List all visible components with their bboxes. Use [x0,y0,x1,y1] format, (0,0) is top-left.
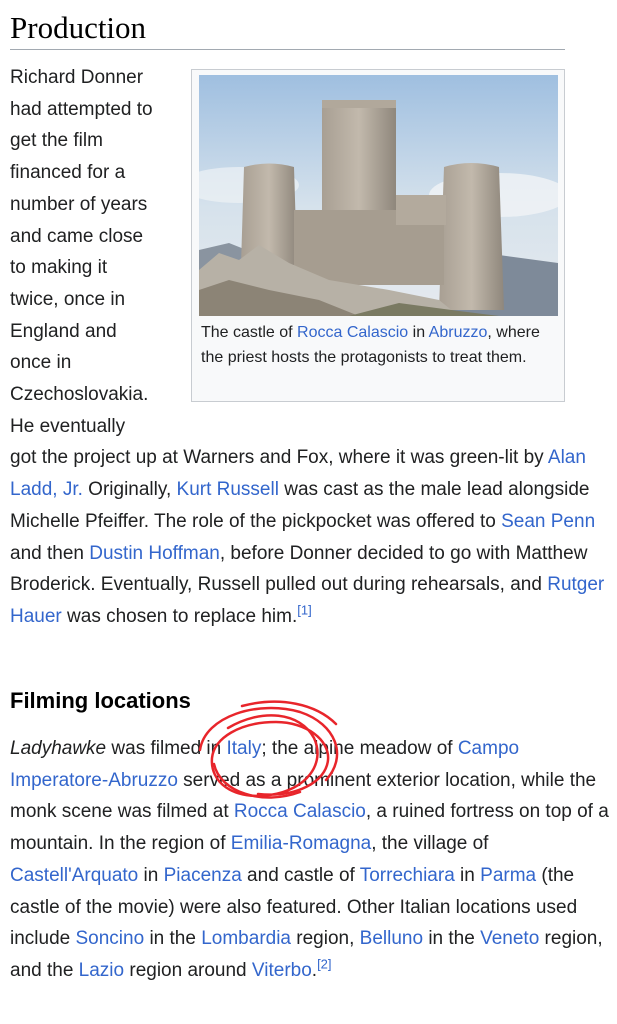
link-piacenza[interactable]: Piacenza [164,865,242,886]
section-heading-filming-locations: Filming locations [10,688,191,713]
link-parma[interactable]: Parma [480,865,536,886]
link-lazio[interactable]: Lazio [79,960,124,981]
narrow-line: Czechoslovakia. [10,384,149,406]
body-text: got the project up at Warners and Fox, w… [10,447,548,469]
body-text: in [454,864,481,886]
link-veneto[interactable]: Veneto [480,928,539,949]
narrow-line: England and [10,320,117,342]
production-paragraph: Richard Donner had attempted to get the fi… [10,62,610,633]
body-text: was filmed in [106,738,227,759]
body-text: region around [124,959,252,981]
link-lombardia[interactable]: Lombardia [201,928,291,949]
link-kurt-russell[interactable]: Kurt Russell [177,479,279,500]
narrow-line: get the film [10,130,103,152]
narrow-line: number of years [10,193,148,215]
link-dustin-hoffman[interactable]: Dustin Hoffman [89,543,220,564]
link-belluno[interactable]: Belluno [360,928,423,949]
link-castell-arquato[interactable]: Castell'Arquato [10,865,138,886]
filming-paragraph: Ladyhawke was filmed in Italy; the alpin… [10,733,610,987]
body-text: ; the alpine meadow of [261,738,458,759]
body-text: , the village of [371,833,489,855]
body-text: Originally, [82,479,177,501]
link-torrechiara[interactable]: Torrechiara [360,865,455,886]
link-emilia-romagna[interactable]: Emilia-Romagna [231,833,371,854]
film-title: Ladyhawke [10,738,107,759]
section-heading-production: Production [10,10,147,45]
body-text: in the [144,928,202,950]
link-viterbo[interactable]: Viterbo [252,960,312,981]
reference-link-1[interactable]: [1] [297,603,311,618]
link-soncino[interactable]: Soncino [76,928,145,949]
body-text: and castle of [241,864,360,886]
narrow-line: financed for a [10,162,126,184]
narrow-line: once in [10,352,72,374]
narrow-line: twice, once in [10,288,126,310]
body-text: was chosen to replace him. [61,605,298,627]
reference-link-2[interactable]: [2] [317,957,331,972]
link-italy[interactable]: Italy [227,738,262,759]
narrow-line: to making it [10,257,108,279]
narrow-line: and came close [10,225,144,247]
link-rocca-calascio[interactable]: Rocca Calascio [234,801,366,822]
narrow-line: Richard Donner [10,67,144,88]
body-text: and then [10,542,90,564]
body-text: region, [291,928,360,950]
body-text: in [138,864,164,886]
narrow-line: had attempted to [10,98,153,120]
heading-divider [10,49,565,50]
link-sean-penn[interactable]: Sean Penn [501,511,595,532]
body-text: in the [423,928,481,950]
narrow-line: He eventually [10,415,126,437]
